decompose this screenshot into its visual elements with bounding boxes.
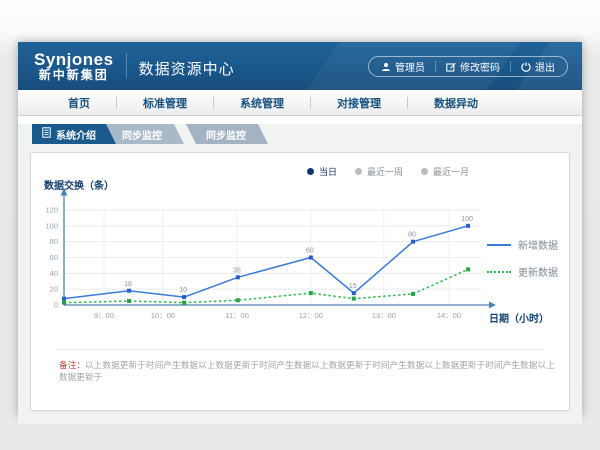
nav-item-standard-management[interactable]: 标准管理 [117, 95, 213, 111]
svg-text:0: 0 [54, 301, 58, 310]
radio-dot [307, 168, 314, 175]
radio-label: 当日 [319, 165, 337, 178]
svg-text:120: 120 [45, 206, 58, 215]
user-menu-separator [435, 61, 436, 72]
dashed-line-swatch [487, 271, 511, 273]
logout-button[interactable]: 退出 [521, 59, 555, 74]
app-title: 数据资源中心 [139, 58, 235, 79]
y-axis-title: 数据交换（条） [44, 177, 114, 192]
radio-today[interactable]: 当日 [307, 165, 337, 178]
edit-icon [446, 62, 456, 72]
radio-last-month[interactable]: 最近一月 [421, 165, 469, 178]
svg-text:18: 18 [124, 281, 132, 288]
legend-label: 新增数据 [518, 237, 558, 252]
tab-bar: 系统介绍 同步监控 同步监控 [32, 124, 582, 144]
svg-text:15: 15 [349, 283, 357, 290]
svg-text:60: 60 [306, 248, 314, 255]
svg-text:14：00: 14：00 [437, 311, 461, 320]
radio-last-week[interactable]: 最近一周 [355, 165, 403, 178]
user-menu-separator [510, 61, 511, 72]
content-area: 系统介绍 同步监控 同步监控 当日 最近一周 [18, 124, 582, 424]
svg-text:10：00: 10：00 [151, 311, 175, 320]
legend-label: 更新数据 [518, 264, 558, 279]
tab-sync-monitor-2[interactable]: 同步监控 [186, 124, 268, 144]
footnote: 备注：以上数据更新于时间产生数据以上数据更新于时间产生数据以上数据更新于时间产生… [59, 359, 555, 383]
change-password-label: 修改密码 [460, 59, 500, 74]
radio-label: 最近一月 [433, 165, 469, 178]
legend-item-update-data: 更新数据 [487, 264, 559, 279]
logo-company: 新中新集团 [34, 69, 114, 82]
footnote-prefix: 备注： [59, 360, 85, 370]
radio-dot [421, 168, 428, 175]
document-icon [42, 127, 51, 141]
x-axis-title: 日期（小时） [489, 310, 549, 325]
svg-text:11：00: 11：00 [225, 311, 249, 320]
svg-text:100: 100 [461, 216, 473, 223]
nav-item-system-management[interactable]: 系统管理 [214, 95, 310, 111]
logo: Synjones 新中新集团 [30, 51, 124, 81]
nav-item-integration-management[interactable]: 对接管理 [311, 95, 407, 111]
header-divider [126, 53, 127, 79]
svg-text:12：00: 12：00 [299, 311, 323, 320]
note-divider [56, 349, 544, 350]
svg-text:60: 60 [50, 253, 58, 262]
chart-panel: 当日 最近一周 最近一月 数据交换（条） 0 20 40 60 80 100 120 9：00… [30, 152, 570, 411]
svg-text:20: 20 [50, 285, 58, 294]
svg-text:80: 80 [50, 237, 58, 246]
legend-item-new-data: 新增数据 [487, 237, 559, 252]
user-menu: 管理员 修改密码 退出 [368, 56, 568, 77]
tab-system-intro[interactable]: 系统介绍 [32, 124, 116, 144]
chart-legend: 新增数据 更新数据 [487, 237, 559, 291]
nav-item-home[interactable]: 首页 [42, 95, 116, 111]
date-range-filter: 当日 最近一周 最近一月 [307, 165, 469, 178]
svg-text:80: 80 [408, 232, 416, 239]
admin-label: 管理员 [395, 59, 425, 74]
svg-text:40: 40 [50, 269, 58, 278]
user-icon [381, 62, 391, 72]
app-window: Synjones 新中新集团 数据资源中心 管理员 修改密码 [18, 42, 582, 416]
svg-text:35: 35 [233, 267, 241, 274]
app-header: Synjones 新中新集团 数据资源中心 管理员 修改密码 [18, 42, 582, 90]
svg-text:9：00: 9：00 [94, 311, 114, 320]
main-nav: 首页 标准管理 系统管理 对接管理 数据异动 [18, 90, 582, 116]
admin-user-button[interactable]: 管理员 [381, 59, 425, 74]
logout-label: 退出 [535, 59, 555, 74]
screen: Synjones 新中新集团 数据资源中心 管理员 修改密码 [0, 0, 600, 450]
power-icon [521, 62, 531, 72]
change-password-button[interactable]: 修改密码 [446, 59, 500, 74]
tab-label: 系统介绍 [56, 127, 96, 142]
footnote-text: 以上数据更新于时间产生数据以上数据更新于时间产生数据以上数据更新于时间产生数据以… [59, 360, 555, 382]
radio-dot [355, 168, 362, 175]
tab-label: 同步监控 [206, 127, 246, 142]
svg-text:100: 100 [45, 221, 58, 230]
svg-text:13：00: 13：00 [372, 311, 396, 320]
radio-label: 最近一周 [367, 165, 403, 178]
logo-brand: Synjones [34, 51, 114, 69]
solid-line-swatch [487, 244, 511, 246]
tab-label: 同步监控 [122, 127, 162, 142]
svg-text:10: 10 [179, 287, 187, 294]
nav-item-data-changes[interactable]: 数据异动 [408, 95, 504, 111]
